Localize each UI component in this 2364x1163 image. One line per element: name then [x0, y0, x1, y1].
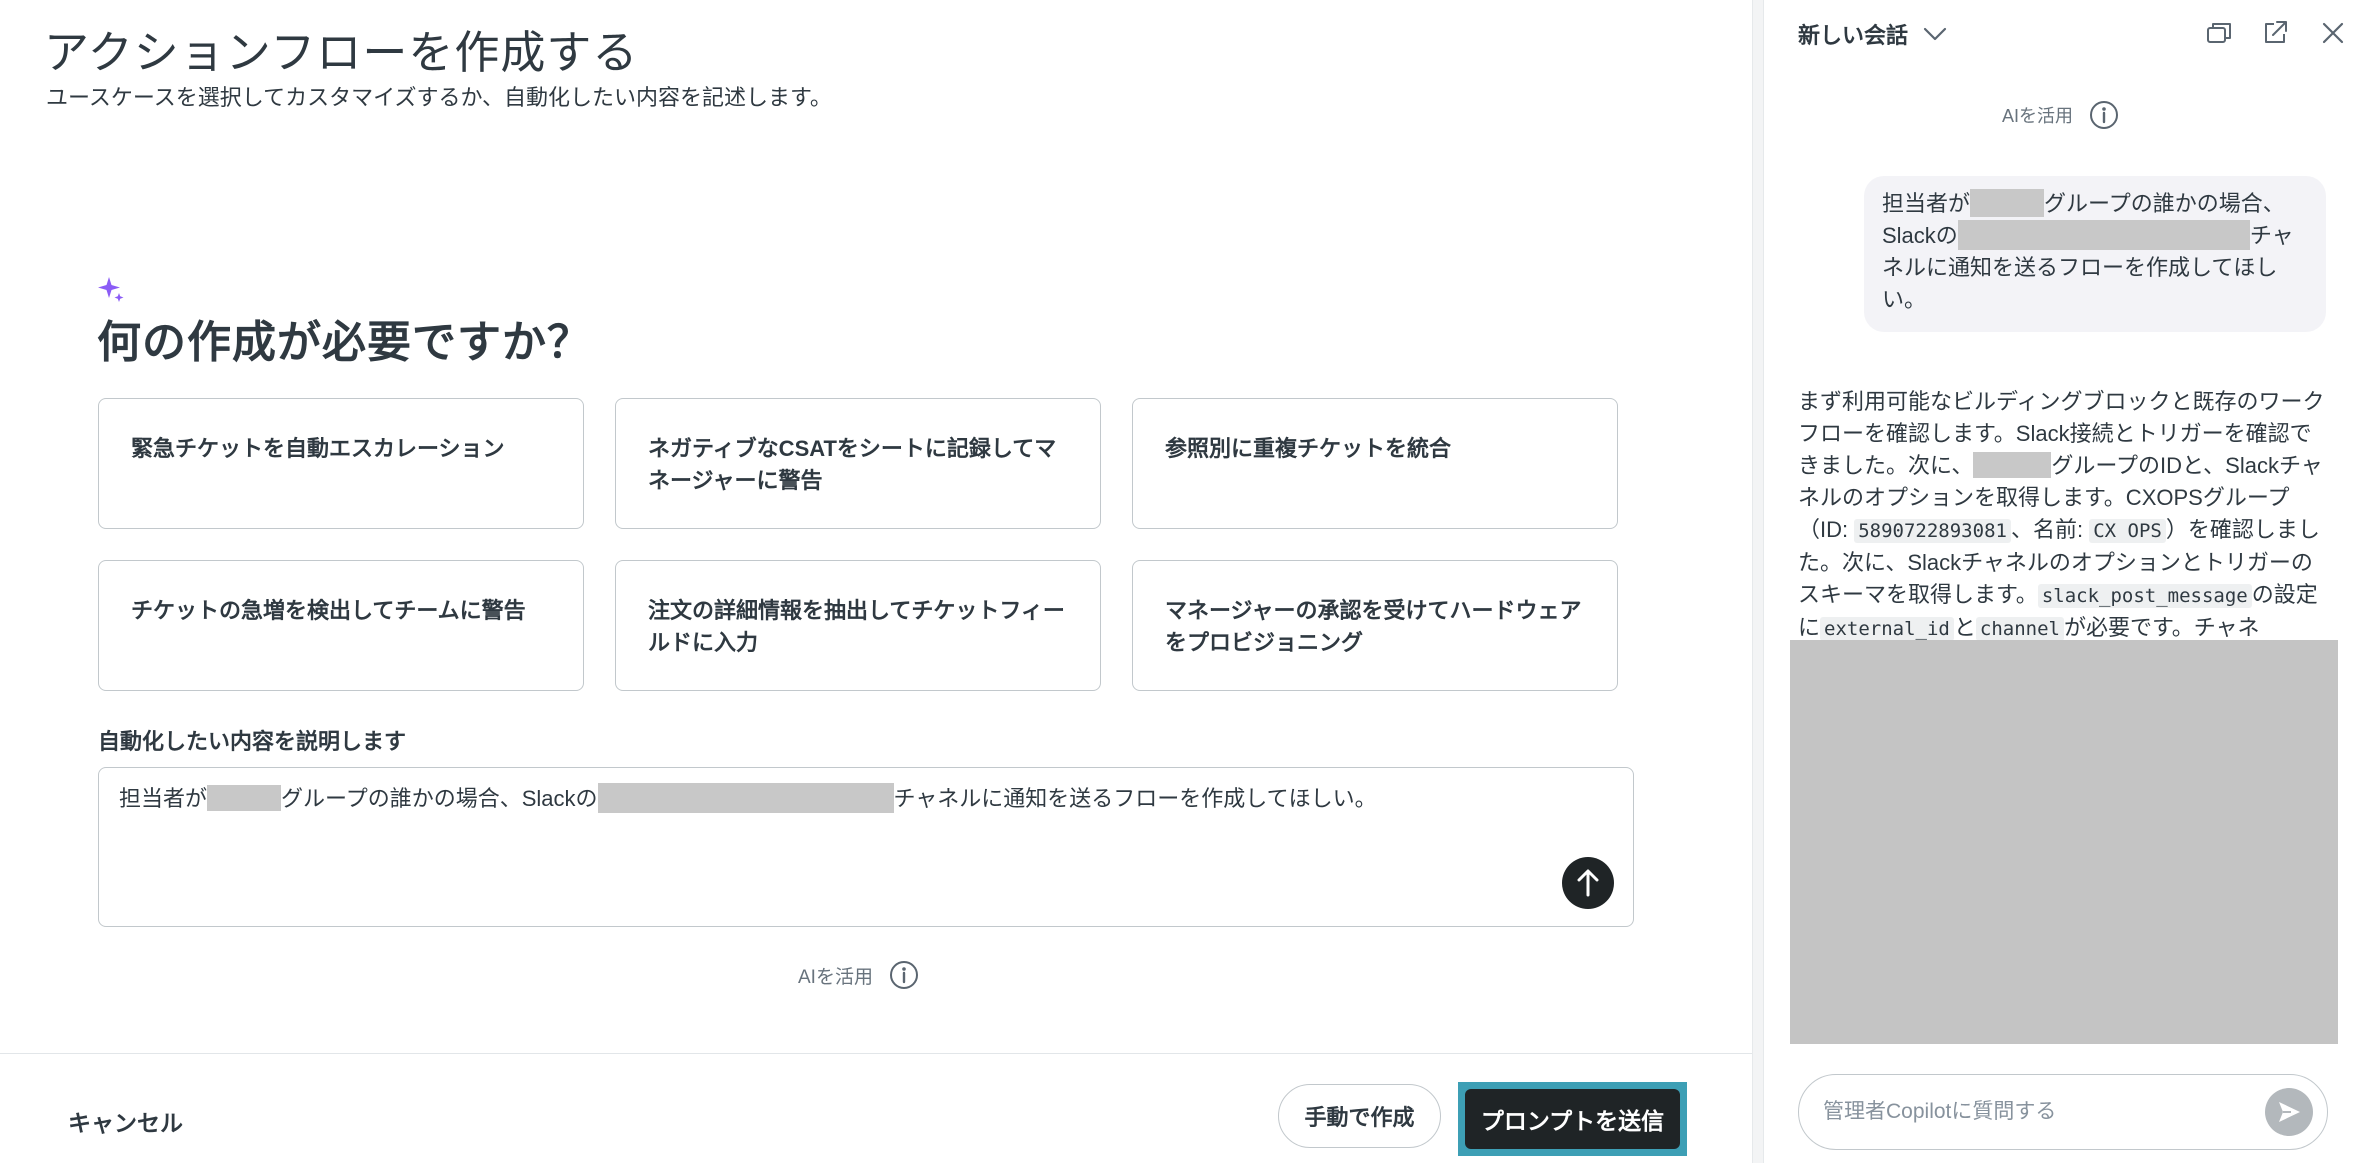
ai-powered-label: AIを活用 — [798, 966, 873, 988]
create-manually-button[interactable]: 手動で作成 — [1278, 1084, 1441, 1148]
action-flow-panel: アクションフローを作成する ユースケースを選択してカスタマイズするか、自動化した… — [0, 0, 1752, 1163]
user-message-bubble: 担当者が グループの誰かの場合、Slackの チャネルに通知を送るフローを作成してほ… — [1864, 176, 2326, 332]
redacted-group-name — [1970, 189, 2045, 218]
use-case-card-urgent-escalation[interactable]: 緊急チケットを自動エスカレーション — [98, 398, 584, 529]
sparkle-icon — [98, 277, 124, 302]
group-id-code: 5890722893081 — [1854, 519, 2011, 543]
description-label: 自動化したい内容を説明します — [98, 729, 407, 754]
group-name-code: CX OPS — [2089, 519, 2166, 543]
chevron-down-icon — [1923, 27, 1947, 41]
copilot-ai-powered-label: AIを活用 — [2002, 106, 2074, 126]
redacted-channel-name — [1957, 220, 2250, 251]
use-case-card-hardware-provisioning[interactable]: マネージャーの承認を受けてハードウェアをプロビジョニング — [1132, 560, 1618, 691]
external-id-code: external_id — [1820, 617, 1954, 640]
copilot-question-input[interactable] — [1823, 1100, 2263, 1124]
panel-resize-divider[interactable] — [1752, 0, 1764, 1163]
conversation-title: 新しい会話 — [1798, 23, 1909, 48]
redacted-image-block — [1790, 640, 2338, 1044]
action-name-code: slack_post_message — [2037, 584, 2252, 608]
page-subtitle: ユースケースを選択してカスタマイズするか、自動化したい内容を記述します。 — [46, 85, 832, 110]
conversation-selector[interactable]: 新しい会話 — [1798, 18, 1948, 50]
description-text: 担当者が グループの誰かの場合、Slackの チャネルに通知を送るフローを作成してほ… — [119, 783, 1613, 815]
send-icon — [2279, 1102, 2300, 1122]
redacted-group-name — [207, 785, 282, 812]
footer-bar: キャンセル 手動で作成 プロンプトを送信 — [0, 1053, 1752, 1163]
copilot-ai-powered-note: AIを活用 — [2002, 100, 2119, 130]
windows-icon[interactable] — [2204, 18, 2234, 48]
submit-prompt-focus-ring: プロンプトを送信 — [1458, 1082, 1687, 1156]
arrow-up-icon — [1577, 869, 1599, 897]
use-case-card-merge-duplicates[interactable]: 参照別に重複チケットを統合 — [1132, 398, 1618, 529]
assistant-message: まず利用可能なビルディングブロックと既存のワークフローを確認します。Slack接… — [1798, 389, 2325, 640]
close-icon[interactable] — [2318, 18, 2348, 48]
page-title: アクションフローを作成する — [44, 27, 639, 78]
info-icon[interactable] — [2089, 100, 2119, 130]
copilot-send-button[interactable] — [2265, 1088, 2313, 1136]
channel-code: channel — [1975, 617, 2064, 640]
question-heading: 何の作成が必要ですか？ — [97, 318, 592, 367]
popout-icon[interactable] — [2260, 18, 2290, 48]
description-textarea[interactable]: 担当者が グループの誰かの場合、Slackの チャネルに通知を送るフローを作成してほ… — [98, 767, 1634, 927]
submit-prompt-button[interactable]: プロンプトを送信 — [1465, 1089, 1680, 1149]
info-icon[interactable] — [889, 960, 919, 990]
copilot-panel: 新しい会話 AIを活用 担当者が グループの誰かの場合、Slackの チャネルに通知… — [1764, 0, 2364, 1163]
ai-powered-note: AIを活用 — [798, 960, 919, 990]
cancel-button[interactable]: キャンセル — [68, 1104, 183, 1138]
use-case-card-negative-csat[interactable]: ネガティブなCSATをシートに記録してマネージャーに警告 — [615, 398, 1101, 529]
redacted-channel-name — [597, 783, 894, 814]
use-case-card-order-details[interactable]: 注文の詳細情報を抽出してチケットフィールドに入力 — [615, 560, 1101, 691]
use-case-card-ticket-spike[interactable]: チケットの急増を検出してチームに警告 — [98, 560, 584, 691]
copilot-ask-box — [1798, 1074, 2328, 1150]
submit-description-button[interactable] — [1562, 857, 1614, 909]
redacted-group-name — [1973, 452, 2052, 479]
